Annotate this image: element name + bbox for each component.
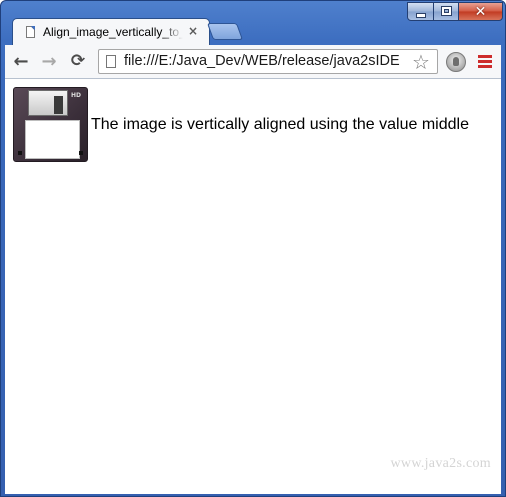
minimize-icon [417, 14, 425, 17]
floppy-disk-icon: HD [13, 87, 88, 162]
menu-icon[interactable] [478, 55, 492, 68]
tab-close-button[interactable]: × [186, 24, 200, 38]
page-icon [106, 55, 116, 68]
forward-arrow-icon[interactable]: → [39, 51, 59, 72]
browser-window: ✕ Align_image_vertically_to_ × ← → ⟳ fil… [0, 0, 506, 497]
extension-icon[interactable] [446, 52, 466, 72]
bookmark-star-icon[interactable]: ☆ [409, 51, 433, 73]
maximize-button[interactable] [433, 2, 459, 21]
minimize-button[interactable] [407, 2, 434, 21]
watermark: www.java2s.com [390, 456, 491, 471]
tab-active[interactable]: Align_image_vertically_to_ × [12, 18, 210, 46]
floppy-hd-label: HD [71, 92, 82, 99]
body-text: The image is vertically aligned using th… [91, 115, 469, 133]
back-arrow-icon[interactable]: ← [11, 51, 31, 72]
close-icon: ✕ [474, 4, 487, 20]
page-viewport: HD The image is vertically aligned using… [5, 79, 501, 494]
toolbar: ← → ⟳ file:///E:/Java_Dev/WEB/release/ja… [5, 45, 501, 79]
address-input[interactable]: file:///E:/Java_Dev/WEB/release/java2sID… [124, 53, 407, 69]
close-window-button[interactable]: ✕ [458, 2, 503, 21]
content-row: HD The image is vertically aligned using… [13, 87, 469, 162]
new-tab-button[interactable] [206, 23, 244, 40]
reload-icon[interactable]: ⟳ [68, 51, 88, 71]
tab-title: Align_image_vertically_to_ [43, 25, 183, 39]
maximize-icon [442, 7, 451, 15]
address-bar[interactable]: file:///E:/Java_Dev/WEB/release/java2sID… [98, 49, 438, 74]
document-icon [26, 26, 35, 38]
